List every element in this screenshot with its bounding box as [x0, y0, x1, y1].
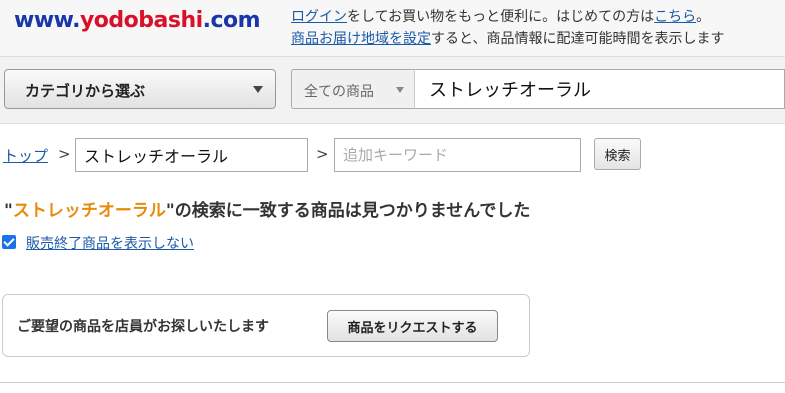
logo-www: www.: [14, 8, 80, 33]
site-header: www.yodobashi.com ログインをしてお買い物をもっと便利に。はじめ…: [0, 0, 785, 57]
keyword-input[interactable]: [75, 138, 308, 172]
yodobashi-logo[interactable]: www.yodobashi.com: [14, 8, 261, 33]
delivery-area-link[interactable]: 商品お届け地域を設定: [291, 31, 431, 47]
header-line-2: 商品お届け地域を設定すると、商品情報に配達可能時間を表示します: [291, 28, 724, 50]
hide-discontinued-label[interactable]: 販売終了商品を表示しない: [26, 233, 194, 253]
search-scope-select[interactable]: 全ての商品: [291, 69, 415, 109]
scope-chevron-down-icon: [396, 87, 404, 93]
request-product-button[interactable]: 商品をリクエストする: [327, 310, 498, 342]
logo-com: .com: [202, 8, 261, 33]
search-scope-label: 全ての商品: [304, 84, 374, 100]
result-message-text: "の検索に一致する商品は見つかりませんでした: [165, 201, 531, 221]
header-line-1: ログインをしてお買い物をもっと便利に。はじめての方はこちら。: [291, 6, 724, 28]
refine-search-button[interactable]: 検索: [594, 138, 641, 170]
breadcrumb-separator: >: [58, 145, 71, 163]
additional-keyword-input[interactable]: [334, 138, 581, 172]
product-request-box: ご要望の商品を店員がお探しいたします 商品をリクエストする: [2, 294, 530, 357]
breadcrumb-top-link[interactable]: トップ: [3, 145, 48, 166]
header-message: ログインをしてお買い物をもっと便利に。はじめての方はこちら。 商品お届け地域を設…: [291, 6, 724, 50]
result-quote-open: ": [4, 201, 13, 221]
no-results-message: "ストレッチオーラル"の検索に一致する商品は見つかりませんでした: [4, 196, 530, 221]
first-time-link[interactable]: こちら: [654, 9, 696, 25]
header-line2-text: すると、商品情報に配達可能時間を表示します: [431, 31, 725, 47]
breadcrumb-separator-2: >: [316, 145, 329, 163]
request-text: ご要望の商品を店員がお探しいたします: [17, 319, 269, 335]
chevron-down-icon: [253, 86, 263, 93]
result-keyword: ストレッチオーラル: [12, 201, 166, 221]
category-select-label: カテゴリから選ぶ: [25, 82, 146, 100]
header-line1-end: 。: [696, 9, 711, 25]
logo-brand: yodobashi: [79, 8, 203, 33]
header-line1-text: をしてお買い物をもっと便利に。はじめての方は: [347, 9, 655, 25]
search-input[interactable]: [415, 69, 785, 109]
login-link[interactable]: ログイン: [291, 9, 347, 25]
category-select-button[interactable]: カテゴリから選ぶ: [4, 69, 276, 109]
hide-discontinued-checkbox[interactable]: [2, 235, 16, 249]
search-bar: カテゴリから選ぶ 全ての商品: [0, 57, 785, 124]
divider: [0, 382, 785, 383]
